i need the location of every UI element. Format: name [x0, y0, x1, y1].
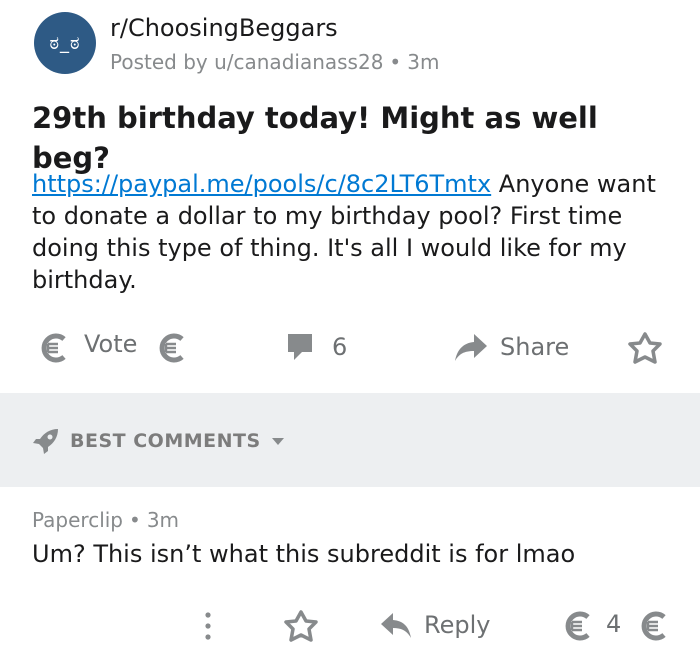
- post-meta: Posted by u/canadianass28 • 3m: [110, 50, 439, 74]
- upvote-icon: [565, 611, 590, 641]
- vote-label: Vote: [84, 330, 138, 358]
- reply-button[interactable]: Reply: [380, 610, 490, 640]
- award-star-icon: [284, 610, 318, 642]
- post-header: ಠ_ಠ r/ChoosingBeggars Posted by u/canadi…: [34, 12, 674, 76]
- comment-downvote-button[interactable]: [638, 610, 670, 642]
- award-star-icon: [628, 332, 662, 364]
- subreddit-avatar[interactable]: ಠ_ಠ: [34, 12, 96, 74]
- post-body: https://paypal.me/pools/c/8c2LT6Tmtx Any…: [32, 168, 672, 296]
- subreddit-name[interactable]: r/ChoosingBeggars: [110, 14, 338, 42]
- award-button[interactable]: [628, 332, 662, 364]
- comment-meta-separator: •: [129, 508, 141, 532]
- downvote-button[interactable]: [156, 332, 188, 364]
- upvote-icon: [41, 333, 66, 363]
- comment-sort-dropdown[interactable]: BEST COMMENTS: [32, 427, 285, 455]
- post-title: 29th birthday today! Might as well beg?: [32, 101, 598, 175]
- downvote-icon: [159, 333, 184, 363]
- more-options-button[interactable]: [198, 610, 218, 642]
- upvote-button[interactable]: [38, 332, 70, 364]
- comment-score: 4: [606, 610, 622, 638]
- post-actions-bar: Vote 6 Share: [0, 322, 700, 374]
- comment-count: 6: [332, 333, 348, 361]
- comment-text: Um? This isn’t what this subreddit is fo…: [32, 540, 576, 568]
- avatar-text: ಠ_ಠ: [49, 32, 81, 54]
- rocket-icon: [33, 429, 58, 454]
- comment-award-button[interactable]: [284, 610, 318, 642]
- comment-age: 3m: [146, 508, 180, 532]
- paypal-link[interactable]: https://paypal.me/pools/c/8c2LT6Tmtx: [32, 170, 491, 198]
- share-label: Share: [500, 333, 570, 361]
- comment-meta: Paperclip • 3m: [32, 508, 179, 532]
- comments-button[interactable]: 6: [286, 332, 347, 362]
- share-arrow-icon: [455, 334, 487, 361]
- comment-upvote-button[interactable]: [562, 610, 594, 642]
- reply-label: Reply: [424, 611, 491, 639]
- comment-actions-bar: Reply 4: [0, 604, 700, 648]
- comment-author[interactable]: Paperclip: [32, 508, 123, 532]
- comment-icon: [288, 334, 312, 360]
- meta-separator: •: [389, 50, 402, 74]
- more-vertical-icon: [205, 612, 211, 640]
- posted-by[interactable]: Posted by u/canadianass28: [110, 50, 383, 74]
- share-button[interactable]: Share: [454, 332, 569, 362]
- sort-label: BEST COMMENTS: [70, 430, 261, 452]
- chevron-down-icon: [271, 438, 284, 445]
- reply-arrow-icon: [381, 613, 411, 638]
- downvote-icon: [641, 611, 666, 641]
- comment-sort-bar: BEST COMMENTS: [0, 393, 700, 487]
- post-age: 3m: [407, 50, 440, 74]
